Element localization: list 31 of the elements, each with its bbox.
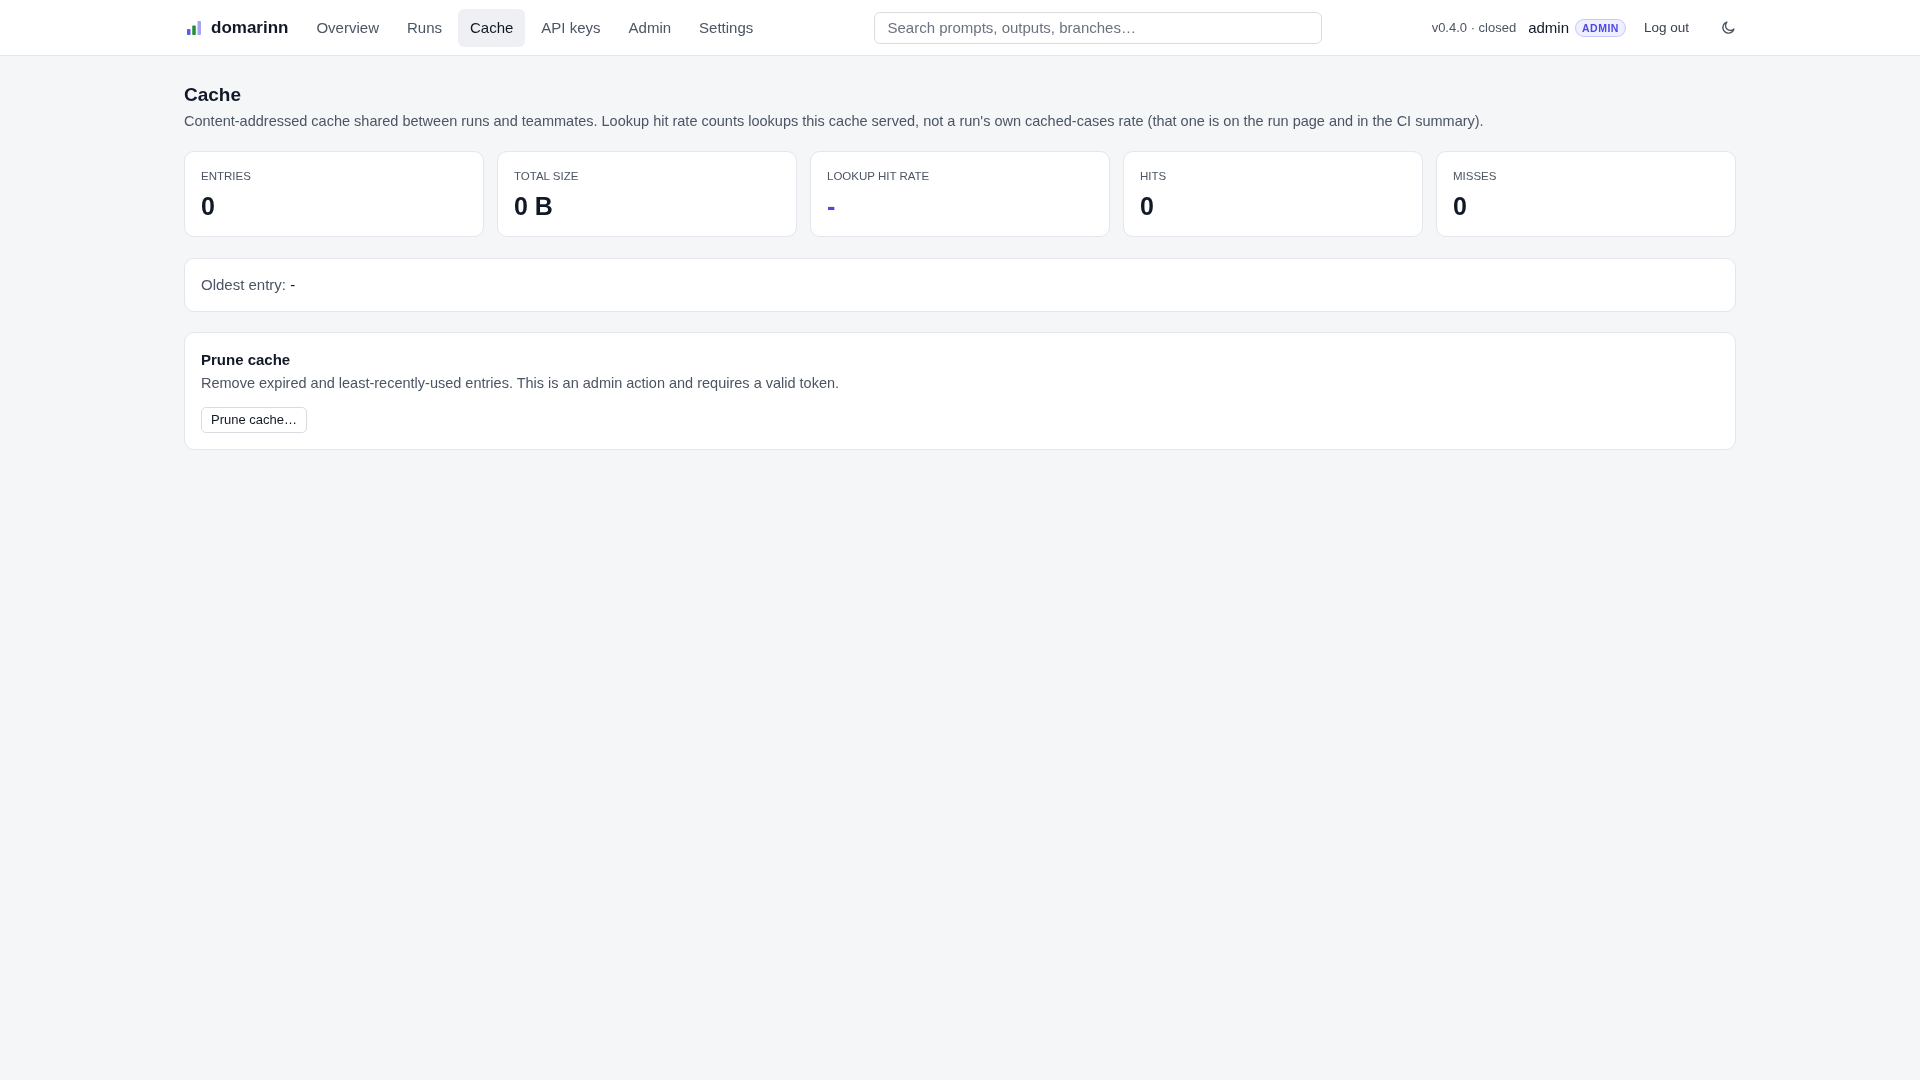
version-status: v0.4.0 · closed bbox=[1431, 20, 1517, 35]
stat-value: 0 bbox=[1140, 191, 1155, 221]
stat-label: HITS bbox=[1140, 169, 1168, 184]
stat-label: LOOKUP HIT RATE bbox=[827, 169, 931, 184]
nav-tab[interactable]: Settings bbox=[687, 8, 766, 47]
moon-icon[interactable] bbox=[1721, 20, 1736, 35]
prune-cache-description: Remove expired and least-recently-used entries. This is an admin action and requires a valid token. bbox=[201, 374, 841, 393]
prune-cache-button[interactable]: Prune cache… bbox=[201, 407, 307, 433]
stat-value: - bbox=[827, 191, 837, 221]
page-description: Content-addressed cache shared between runs and teammates. Lookup hit rate counts lookups this cache served, not a run's own cached-cases rate (that one is on the run page and in the CI summary). bbox=[184, 112, 1485, 131]
nav-tab[interactable]: Cache bbox=[458, 8, 526, 47]
bar-chart-logo-icon bbox=[186, 19, 202, 36]
page-title: Cache bbox=[184, 83, 243, 107]
nav-tab[interactable]: Runs bbox=[394, 8, 454, 47]
brand-name: domarinn bbox=[211, 17, 289, 38]
nav-tab[interactable]: Overview bbox=[304, 8, 391, 47]
stat-label: MISSES bbox=[1453, 169, 1498, 184]
oldest-entry-label: Oldest entry: bbox=[201, 276, 287, 293]
role-badge: ADMIN bbox=[1575, 18, 1626, 37]
logout-button[interactable]: Log out bbox=[1637, 16, 1695, 39]
stat-label: TOTAL SIZE bbox=[514, 169, 580, 184]
search-field[interactable]: Search prompts, outputs, branches… bbox=[874, 11, 1323, 44]
stat-label: ENTRIES bbox=[201, 169, 252, 184]
prune-cache-title: Prune cache bbox=[201, 350, 292, 370]
nav-tab[interactable]: API keys bbox=[529, 8, 613, 47]
oldest-entry-value: - bbox=[290, 276, 296, 293]
stat-value: 0 bbox=[1453, 191, 1468, 221]
stat-value: 0 B bbox=[514, 191, 554, 221]
stat-value: 0 bbox=[201, 191, 216, 221]
user-name: admin bbox=[1528, 19, 1570, 36]
nav-tab[interactable]: Admin bbox=[616, 8, 684, 47]
